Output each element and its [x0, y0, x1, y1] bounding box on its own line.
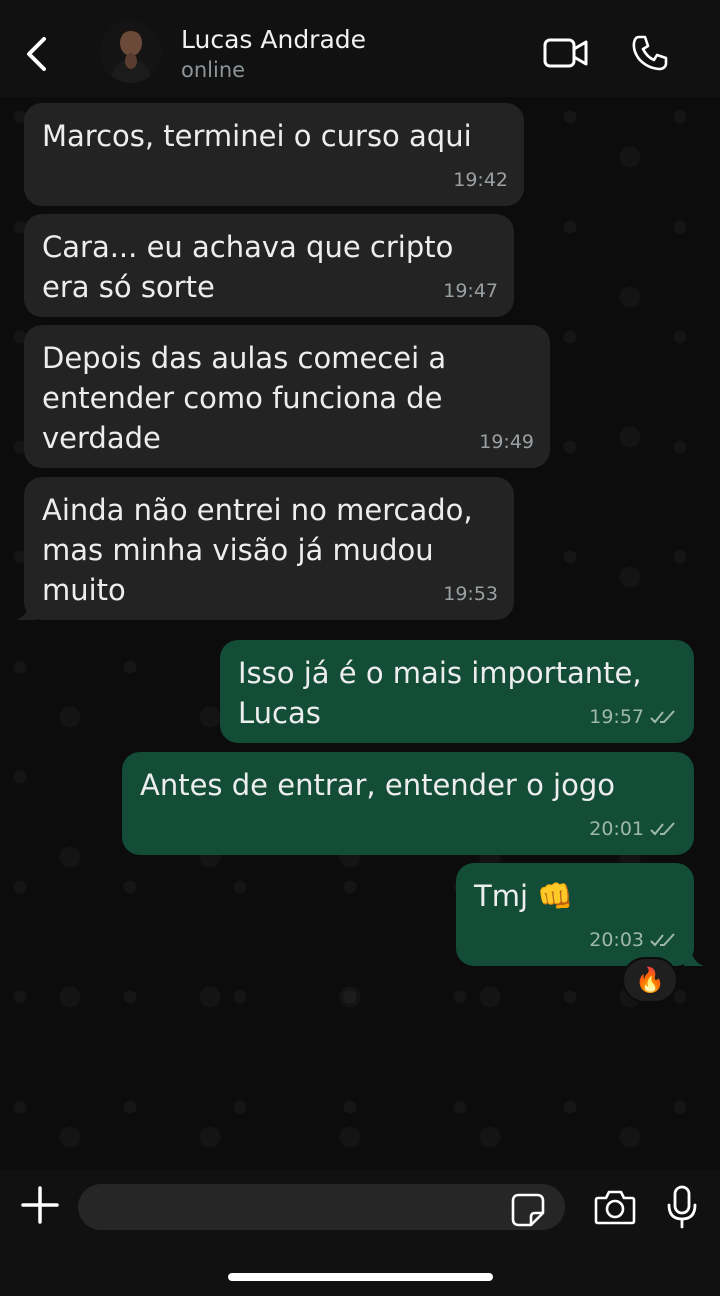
contact-status: online: [181, 58, 246, 82]
message-time: 19:42: [453, 169, 508, 191]
message-time: 20:03: [589, 929, 644, 951]
message-meta: 20:03: [589, 920, 678, 960]
phone-icon: [632, 35, 668, 71]
back-button[interactable]: [18, 32, 54, 76]
message-text: Marcos, terminei o curso aqui: [42, 119, 472, 153]
bubble-tail-icon: [16, 600, 36, 620]
double-check-icon: [650, 933, 675, 947]
message-bubble[interactable]: Tmj 👊 20:03: [456, 863, 704, 966]
plus-icon: [21, 1186, 59, 1224]
camera-icon: [594, 1190, 636, 1225]
chat-header: Lucas Andrade online: [0, 0, 720, 97]
message-text: Depois das aulas comecei a entender como…: [42, 341, 447, 455]
message-meta: 19:57: [589, 697, 678, 737]
message-time: 19:49: [479, 431, 534, 453]
double-check-icon: [650, 822, 675, 836]
composer-bar: [0, 1170, 720, 1296]
camera-button[interactable]: [594, 1188, 636, 1226]
home-indicator: [228, 1273, 493, 1281]
message-time: 20:01: [589, 818, 644, 840]
avatar[interactable]: [100, 21, 162, 83]
message-text: Antes de entrar, entender o jogo: [140, 768, 615, 802]
message-input[interactable]: [78, 1184, 565, 1230]
microphone-icon: [667, 1185, 697, 1229]
video-call-button[interactable]: [542, 36, 590, 70]
message-meta: 20:01: [589, 809, 678, 849]
message-bubble[interactable]: Ainda não entrei no mercado, mas minha v…: [16, 477, 514, 620]
message-text: Ainda não entrei no mercado, mas minha v…: [42, 493, 473, 607]
message-text: Tmj 👊: [474, 879, 574, 913]
message-time: 19:53: [443, 583, 498, 605]
message-time: 19:47: [443, 280, 498, 302]
microphone-button[interactable]: [664, 1184, 700, 1230]
double-check-icon: [650, 710, 675, 724]
message-time: 19:57: [589, 706, 644, 728]
bubble-tail-icon: [684, 946, 704, 966]
attach-button[interactable]: [20, 1185, 60, 1225]
chevron-left-icon: [27, 37, 46, 71]
voice-call-button[interactable]: [630, 33, 670, 73]
message-text: Cara... eu achava que cripto era só sort…: [42, 230, 454, 304]
chat-area[interactable]: Marcos, terminei o curso aqui 19:42 Cara…: [0, 97, 720, 1170]
message-bubble[interactable]: Isso já é o mais importante, Lucas 19:57: [220, 640, 694, 743]
video-camera-icon: [543, 38, 588, 68]
avatar-image: [100, 21, 162, 83]
message-reaction[interactable]: 🔥: [622, 957, 678, 1003]
message-bubble[interactable]: Cara... eu achava que cripto era só sort…: [24, 214, 514, 317]
contact-name[interactable]: Lucas Andrade: [181, 25, 366, 54]
message-bubble[interactable]: Marcos, terminei o curso aqui 19:42: [24, 103, 524, 206]
message-bubble[interactable]: Antes de entrar, entender o jogo 20:01: [122, 752, 694, 855]
message-bubble[interactable]: Depois das aulas comecei a entender como…: [24, 325, 550, 468]
sticker-icon: [511, 1193, 545, 1227]
sticker-button[interactable]: [510, 1192, 546, 1228]
